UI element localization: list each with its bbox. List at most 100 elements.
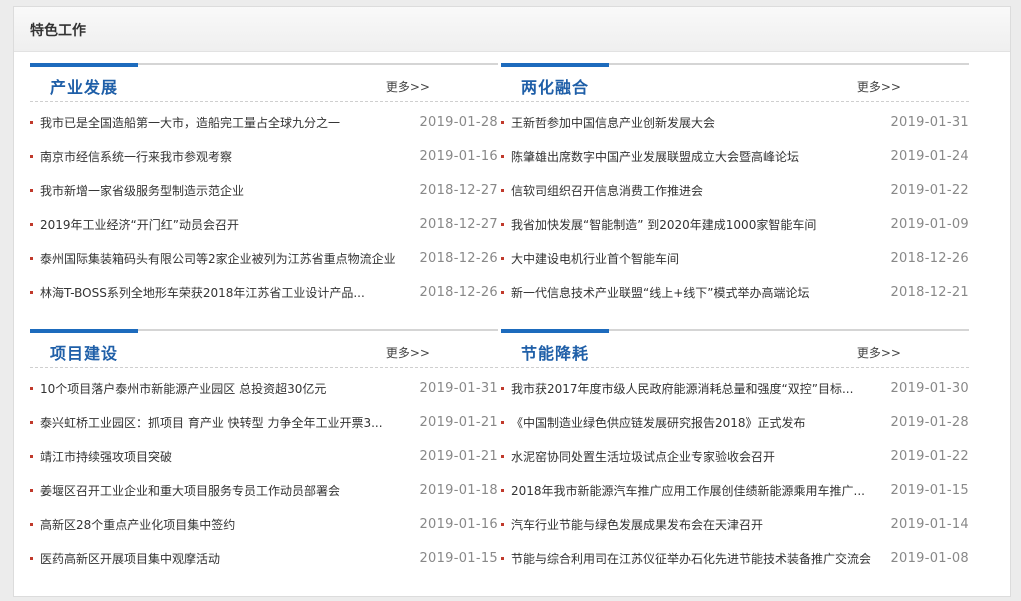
news-item: 我市已是全国造船第一大市，造船完工量占全球九分之一 2019-01-28 (30, 111, 498, 145)
news-title-link[interactable]: 《中国制造业绿色供应链发展研究报告2018》正式发布 (511, 411, 806, 435)
news-item: 节能与综合利用司在江苏仪征举办石化先进节能技术装备推广交流会 2019-01-08 (501, 547, 969, 581)
news-date: 2019-01-22 (890, 183, 969, 198)
news-title-link[interactable]: 南京市经信系统一行来我市参观考察 (40, 145, 232, 169)
section-accent-bar (501, 329, 609, 333)
news-item: 靖江市持续强攻项目突破 2019-01-21 (30, 445, 498, 479)
news-date: 2019-01-22 (890, 449, 969, 464)
news-item: 汽车行业节能与绿色发展成果发布会在天津召开 2019-01-14 (501, 513, 969, 547)
panel-title: 特色工作 (30, 23, 86, 39)
bullet-icon (501, 155, 504, 158)
bullet-icon (501, 291, 504, 294)
section-accent-bar (501, 63, 609, 67)
bullet-icon (30, 121, 33, 124)
news-title-link[interactable]: 林海T-BOSS系列全地形车荣获2018年江苏省工业设计产品... (40, 281, 365, 305)
section-title: 项目建设 (50, 344, 119, 363)
bullet-icon (30, 489, 33, 492)
bullet-icon (501, 189, 504, 192)
news-title-link[interactable]: 王新哲参加中国信息产业创新发展大会 (511, 111, 715, 135)
news-date: 2019-01-30 (890, 381, 969, 396)
bullet-icon (30, 455, 33, 458)
news-item: 我市新增一家省级服务型制造示范企业 2018-12-27 (30, 179, 498, 213)
news-date: 2019-01-31 (419, 381, 498, 396)
more-link[interactable]: 更多>> (386, 344, 430, 361)
news-item: 姜堰区召开工业企业和重大项目服务专员工作动员部署会 2019-01-18 (30, 479, 498, 513)
news-date: 2019-01-18 (419, 483, 498, 498)
news-title-link[interactable]: 汽车行业节能与绿色发展成果发布会在天津召开 (511, 513, 763, 537)
news-item: 《中国制造业绿色供应链发展研究报告2018》正式发布 2019-01-28 (501, 411, 969, 445)
section-energy-saving: 节能降耗 更多>> 我市获2017年度市级人民政府能源消耗总量和强度“双控”目标..… (501, 329, 969, 579)
news-item: 王新哲参加中国信息产业创新发展大会 2019-01-31 (501, 111, 969, 145)
section-title: 两化融合 (521, 78, 590, 97)
news-date: 2018-12-27 (419, 217, 498, 232)
news-item: 2018年我市新能源汽车推广应用工作展创佳绩新能源乘用车推广... 2019-01… (501, 479, 969, 513)
bullet-icon (30, 421, 33, 424)
news-list: 王新哲参加中国信息产业创新发展大会 2019-01-31 陈肇雄出席数字中国产业发展… (501, 111, 969, 315)
news-item: 大中建设电机行业首个智能车间 2018-12-26 (501, 247, 969, 281)
news-title-link[interactable]: 新一代信息技术产业联盟“线上+线下”模式举办高端论坛 (511, 281, 810, 305)
news-title-link[interactable]: 我市已是全国造船第一大市，造船完工量占全球九分之一 (40, 111, 340, 135)
section-industry-development: 产业发展 更多>> 我市已是全国造船第一大市，造船完工量占全球九分之一 2019-01… (30, 63, 498, 313)
bullet-icon (30, 223, 33, 226)
more-link[interactable]: 更多>> (857, 78, 901, 95)
news-date: 2019-01-16 (419, 517, 498, 532)
news-date: 2018-12-21 (890, 285, 969, 300)
news-item: 陈肇雄出席数字中国产业发展联盟成立大会暨高峰论坛 2019-01-24 (501, 145, 969, 179)
news-date: 2019-01-21 (419, 415, 498, 430)
news-list: 我市已是全国造船第一大市，造船完工量占全球九分之一 2019-01-28 南京市经信… (30, 111, 498, 315)
bullet-icon (501, 557, 504, 560)
news-title-link[interactable]: 大中建设电机行业首个智能车间 (511, 247, 679, 271)
news-date: 2019-01-24 (890, 149, 969, 164)
dashed-separator (501, 101, 969, 102)
bullet-icon (501, 257, 504, 260)
news-date: 2018-12-26 (419, 251, 498, 266)
dashed-separator (30, 101, 498, 102)
news-item: 2019年工业经济“开门红”动员会召开 2018-12-27 (30, 213, 498, 247)
bullet-icon (501, 223, 504, 226)
news-title-link[interactable]: 2018年我市新能源汽车推广应用工作展创佳绩新能源乘用车推广... (511, 479, 865, 503)
bullet-icon (501, 121, 504, 124)
news-title-link[interactable]: 2019年工业经济“开门红”动员会召开 (40, 213, 239, 237)
bullet-icon (501, 455, 504, 458)
bullet-icon (501, 523, 504, 526)
news-title-link[interactable]: 节能与综合利用司在江苏仪征举办石化先进节能技术装备推广交流会 (511, 547, 871, 571)
news-title-link[interactable]: 信软司组织召开信息消费工作推进会 (511, 179, 703, 203)
section-informatization-integration: 两化融合 更多>> 王新哲参加中国信息产业创新发展大会 2019-01-31 陈肇雄出席… (501, 63, 969, 313)
news-date: 2018-12-26 (890, 251, 969, 266)
news-item: 林海T-BOSS系列全地形车荣获2018年江苏省工业设计产品... 2018-12… (30, 281, 498, 315)
bullet-icon (30, 557, 33, 560)
section-accent-bar (30, 329, 138, 333)
news-title-link[interactable]: 水泥窑协同处置生活垃圾试点企业专家验收会召开 (511, 445, 775, 469)
news-title-link[interactable]: 我省加快发展“智能制造” 到2020年建成1000家智能车间 (511, 213, 816, 237)
section-title: 产业发展 (50, 78, 119, 97)
news-title-link[interactable]: 泰州国际集装箱码头有限公司等2家企业被列为江苏省重点物流企业 (40, 247, 396, 271)
more-link[interactable]: 更多>> (386, 78, 430, 95)
news-item: 泰州国际集装箱码头有限公司等2家企业被列为江苏省重点物流企业 2018-12-26 (30, 247, 498, 281)
bullet-icon (30, 189, 33, 192)
news-title-link[interactable]: 10个项目落户泰州市新能源产业园区 总投资超30亿元 (40, 377, 326, 401)
more-link[interactable]: 更多>> (857, 344, 901, 361)
news-title-link[interactable]: 我市获2017年度市级人民政府能源消耗总量和强度“双控”目标... (511, 377, 853, 401)
news-date: 2019-01-28 (419, 115, 498, 130)
news-title-link[interactable]: 高新区28个重点产业化项目集中签约 (40, 513, 235, 537)
news-title-link[interactable]: 泰兴虹桥工业园区：抓项目 育产业 快转型 力争全年工业开票3... (40, 411, 383, 435)
news-date: 2018-12-27 (419, 183, 498, 198)
news-item: 我省加快发展“智能制造” 到2020年建成1000家智能车间 2019-01-09 (501, 213, 969, 247)
news-date: 2018-12-26 (419, 285, 498, 300)
news-list: 我市获2017年度市级人民政府能源消耗总量和强度“双控”目标... 2019-01… (501, 377, 969, 581)
news-date: 2019-01-16 (419, 149, 498, 164)
section-accent-bar (30, 63, 138, 67)
news-item: 我市获2017年度市级人民政府能源消耗总量和强度“双控”目标... 2019-01… (501, 377, 969, 411)
news-title-link[interactable]: 我市新增一家省级服务型制造示范企业 (40, 179, 244, 203)
bullet-icon (30, 523, 33, 526)
news-title-link[interactable]: 姜堰区召开工业企业和重大项目服务专员工作动员部署会 (40, 479, 340, 503)
bullet-icon (30, 257, 33, 260)
dashed-separator (501, 367, 969, 368)
news-title-link[interactable]: 医药高新区开展项目集中观摩活动 (40, 547, 220, 571)
section-title: 节能降耗 (521, 344, 590, 363)
news-title-link[interactable]: 靖江市持续强攻项目突破 (40, 445, 172, 469)
bullet-icon (30, 387, 33, 390)
news-title-link[interactable]: 陈肇雄出席数字中国产业发展联盟成立大会暨高峰论坛 (511, 145, 799, 169)
news-date: 2019-01-15 (890, 483, 969, 498)
news-item: 泰兴虹桥工业园区：抓项目 育产业 快转型 力争全年工业开票3... 2019-01… (30, 411, 498, 445)
news-date: 2019-01-21 (419, 449, 498, 464)
